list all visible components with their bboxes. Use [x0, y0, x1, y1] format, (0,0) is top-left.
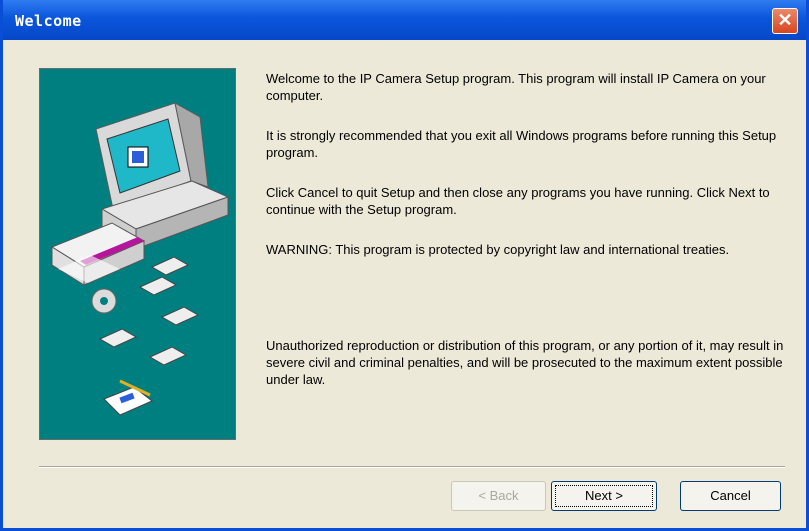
copyright-message: Unauthorized reproduction or distributio… [266, 338, 784, 387]
separator [39, 466, 785, 468]
warning-message: WARNING: This program is protected by co… [266, 242, 730, 257]
next-button[interactable]: Next > [551, 481, 657, 511]
setup-dialog: Welcome ✕ Welcome to the IP Camera Setup… [0, 0, 809, 531]
setup-illustration [39, 68, 236, 440]
welcome-message: Welcome to the IP Camera Setup program. … [266, 71, 766, 103]
title-bar[interactable]: Welcome ✕ [3, 0, 806, 40]
recommendation-message: It is strongly recommended that you exit… [266, 128, 777, 160]
computer-setup-icon [50, 102, 230, 416]
cancel-button[interactable]: Cancel [680, 481, 781, 511]
close-button[interactable]: ✕ [772, 8, 798, 34]
instructions-message: Click Cancel to quit Setup and then clos… [266, 185, 770, 217]
window-title: Welcome [15, 12, 82, 30]
back-button[interactable]: < Back [451, 481, 546, 511]
close-icon: ✕ [777, 10, 793, 30]
